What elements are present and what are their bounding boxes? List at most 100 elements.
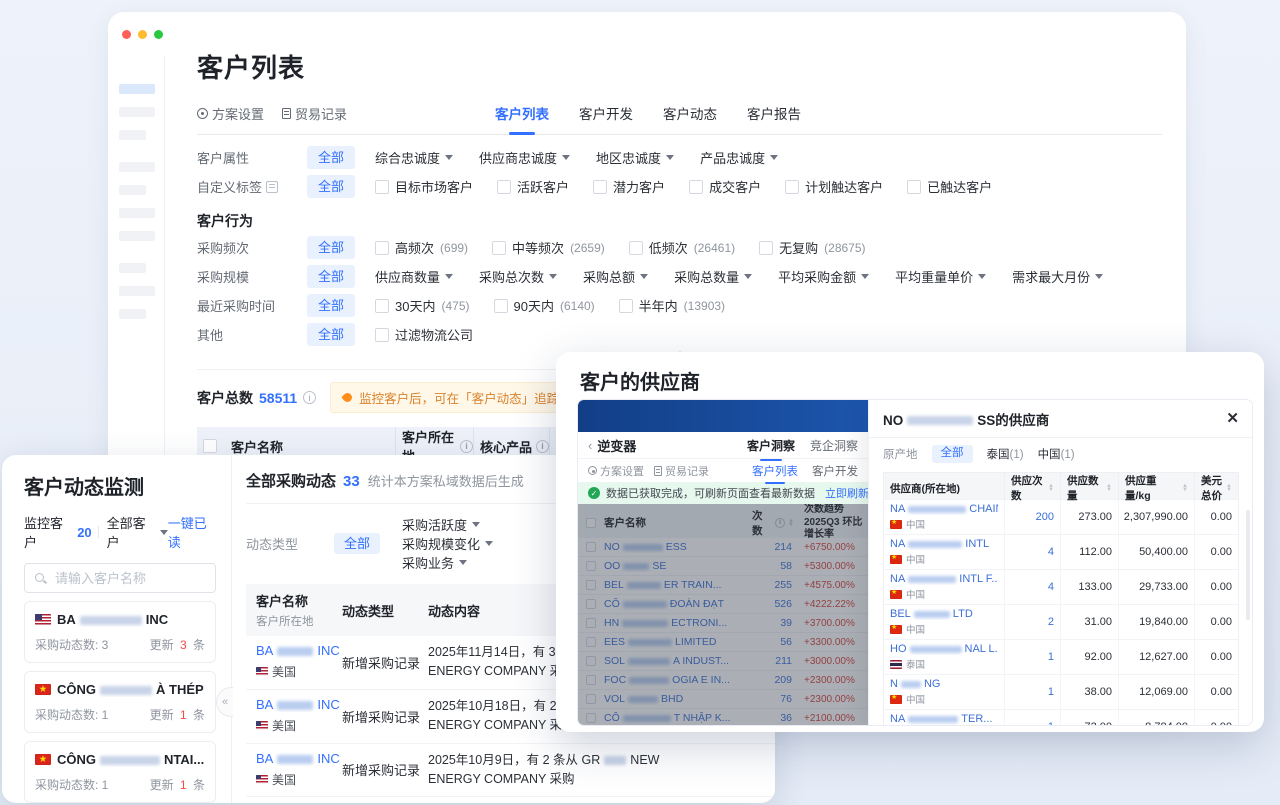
tab-客户洞察[interactable]: 客户洞察 bbox=[747, 437, 795, 461]
select-all-checkbox[interactable] bbox=[203, 439, 217, 453]
scrollbar[interactable] bbox=[1246, 510, 1250, 620]
filter-all-chip[interactable]: 全部 bbox=[307, 294, 356, 317]
filter-section-title: 客户行为 bbox=[197, 213, 253, 229]
checkbox-icon bbox=[492, 240, 507, 255]
scheme-settings-button[interactable]: 方案设置 bbox=[197, 104, 264, 123]
tab-客户开发[interactable]: 客户开发 bbox=[812, 463, 858, 479]
feed-type-dropdown-采购业务[interactable]: 采购业务 bbox=[402, 553, 493, 572]
filter-dropdown-采购总额[interactable]: 采购总额 bbox=[583, 267, 649, 286]
supply-times-link[interactable]: 4 bbox=[1004, 535, 1060, 569]
filter-dropdown-需求最大月份[interactable]: 需求最大月份 bbox=[1012, 267, 1104, 286]
customer-card-meta: 采购动态数: 1 更新 1 条 bbox=[35, 776, 205, 793]
origin-filter-泰国[interactable]: 泰国(1) bbox=[987, 446, 1024, 462]
filter-checkbox-目标市场客户[interactable]: 目标市场客户 bbox=[375, 177, 473, 196]
column-header-供应重量/kg[interactable]: 供应重量/kg ▲ ▼ bbox=[1118, 473, 1194, 503]
sidebar-skeleton-bar bbox=[119, 286, 155, 296]
scope-dropdown[interactable]: 全部客户 bbox=[107, 513, 155, 551]
filter-dropdown-产品忠诚度[interactable]: 产品忠诚度 bbox=[700, 148, 779, 167]
filter-all-chip[interactable]: 全部 bbox=[307, 175, 356, 198]
supplier-name-link[interactable]: NA INTL bbox=[890, 538, 998, 550]
filter-dropdown-采购总数量[interactable]: 采购总数量 bbox=[674, 267, 753, 286]
feed-type-dropdown-采购活跃度[interactable]: 采购活跃度 bbox=[402, 515, 493, 534]
supply-times-link[interactable]: 1 bbox=[1004, 675, 1060, 709]
filter-dropdown-平均重量单价[interactable]: 平均重量单价 bbox=[895, 267, 987, 286]
supply-qty: 273.00 bbox=[1060, 500, 1118, 534]
monitored-customer-card[interactable]: BA INC 采购动态数: 3 更新 3 条 bbox=[24, 601, 216, 663]
filter-dropdown-供应商数量[interactable]: 供应商数量 bbox=[375, 267, 454, 286]
filter-checkbox-无复购[interactable]: 无复购 (28675) bbox=[759, 238, 866, 257]
customer-name-link[interactable]: BA INC bbox=[256, 697, 342, 712]
filter-dropdown-平均采购金额[interactable]: 平均采购金额 bbox=[778, 267, 870, 286]
origin-filter-全部[interactable]: 全部 bbox=[931, 445, 973, 463]
filter-checkbox-半年内[interactable]: 半年内 (13903) bbox=[618, 296, 726, 315]
close-icon[interactable]: ✕ bbox=[1226, 411, 1239, 426]
checkbox-label: 成交客户 bbox=[709, 180, 762, 195]
filter-checkbox-90天内[interactable]: 90天内 (6140) bbox=[493, 296, 595, 315]
refresh-now-link[interactable]: 立即刷新 bbox=[825, 485, 869, 501]
filter-dropdown-综合忠诚度[interactable]: 综合忠诚度 bbox=[375, 148, 454, 167]
tab-客户报告[interactable]: 客户报告 bbox=[747, 103, 801, 123]
supplier-name-link[interactable]: NA CHAIN bbox=[890, 503, 998, 515]
info-icon[interactable] bbox=[303, 391, 317, 404]
sort-icon[interactable]: ▲ ▼ bbox=[1226, 483, 1232, 493]
type-filter-all-chip[interactable]: 全部 bbox=[334, 533, 381, 554]
sort-icon[interactable]: ▲ ▼ bbox=[1182, 483, 1188, 493]
supplier-name-link[interactable]: BEL LTD bbox=[890, 608, 998, 620]
tab-客户列表[interactable]: 客户列表 bbox=[495, 103, 549, 135]
column-header-供应次数[interactable]: 供应次数 ▲ ▼ bbox=[1004, 473, 1060, 503]
sort-icon[interactable]: ▲ ▼ bbox=[1106, 483, 1112, 493]
filter-dropdown-地区忠诚度[interactable]: 地区忠诚度 bbox=[596, 148, 675, 167]
monitored-customer-card[interactable]: CÔNG NTAI... 采购动态数: 1 更新 1 条 bbox=[24, 741, 216, 803]
filter-all-chip[interactable]: 全部 bbox=[307, 236, 356, 259]
filter-all-chip[interactable]: 全部 bbox=[307, 146, 356, 169]
filter-checkbox-高频次[interactable]: 高频次 (699) bbox=[375, 238, 468, 257]
minimize-traffic-icon[interactable] bbox=[138, 30, 147, 39]
mini-scheme-settings-button[interactable]: 方案设置 bbox=[588, 463, 644, 479]
filter-checkbox-潜力客户[interactable]: 潜力客户 bbox=[593, 177, 665, 196]
supply-times-link[interactable]: 1 bbox=[1004, 710, 1060, 725]
column-header-美元总价[interactable]: 美元总价 ▲ ▼ bbox=[1194, 473, 1238, 503]
customer-name-link[interactable]: BA INC bbox=[256, 643, 342, 658]
supplier-name-link[interactable]: HO NAL L... bbox=[890, 643, 998, 655]
zoom-traffic-icon[interactable] bbox=[154, 30, 163, 39]
option-count: (13903) bbox=[683, 298, 726, 313]
supply-times-link[interactable]: 1 bbox=[1004, 640, 1060, 674]
filter-checkbox-成交客户[interactable]: 成交客户 bbox=[689, 177, 761, 196]
filter-all-chip[interactable]: 全部 bbox=[307, 323, 356, 346]
sort-icon[interactable]: ▲ ▼ bbox=[1048, 483, 1054, 493]
tab-客户动态[interactable]: 客户动态 bbox=[663, 103, 717, 123]
activity-row: CÔNGPHÂ...越南新增采购记录2025年10月28日，有 10 条从 SL… bbox=[246, 797, 775, 803]
column-header-供应数量[interactable]: 供应数量 ▲ ▼ bbox=[1060, 473, 1118, 503]
filter-all-chip[interactable]: 全部 bbox=[307, 265, 356, 288]
supply-times-link[interactable]: 4 bbox=[1004, 570, 1060, 604]
back-icon[interactable]: ‹ bbox=[588, 438, 592, 453]
close-traffic-icon[interactable] bbox=[122, 30, 131, 39]
filter-checkbox-低频次[interactable]: 低频次 (26461) bbox=[628, 238, 735, 257]
filter-dropdown-采购总次数[interactable]: 采购总次数 bbox=[479, 267, 558, 286]
feed-type-dropdown-采购规模变化[interactable]: 采购规模变化 bbox=[402, 534, 494, 553]
customer-name-link[interactable]: BA INC bbox=[256, 751, 342, 766]
tab-客户列表[interactable]: 客户列表 bbox=[752, 463, 798, 484]
tab-客户开发[interactable]: 客户开发 bbox=[579, 103, 633, 123]
mini-trade-records-button[interactable]: 贸易记录 bbox=[654, 463, 709, 479]
filter-checkbox-活跃客户[interactable]: 活跃客户 bbox=[497, 177, 569, 196]
tab-竞企洞察[interactable]: 竞企洞察 bbox=[810, 437, 858, 454]
monitored-customer-card[interactable]: CÔNG À THÉP ... 采购动态数: 1 更新 1 条 bbox=[24, 671, 216, 733]
supplier-name-link[interactable]: N NG bbox=[890, 678, 998, 690]
edit-tags-icon[interactable] bbox=[266, 180, 279, 193]
filter-checkbox-已触达客户[interactable]: 已触达客户 bbox=[907, 177, 992, 196]
filter-dropdown-供应商忠诚度[interactable]: 供应商忠诚度 bbox=[479, 148, 571, 167]
supplier-name-link[interactable]: NA INTL F... bbox=[890, 573, 998, 585]
mark-all-read-button[interactable]: 一键已读 bbox=[168, 513, 216, 551]
supply-times-link[interactable]: 2 bbox=[1004, 605, 1060, 639]
filter-checkbox-30天内[interactable]: 30天内 (475) bbox=[375, 296, 470, 315]
supply-times-link[interactable]: 200 bbox=[1004, 500, 1060, 534]
filter-checkbox-计划触达客户[interactable]: 计划触达客户 bbox=[785, 177, 883, 196]
checkbox-label: 无复购 bbox=[779, 241, 819, 256]
origin-filter-中国[interactable]: 中国(1) bbox=[1038, 446, 1075, 462]
filter-checkbox-过滤物流公司[interactable]: 过滤物流公司 bbox=[375, 325, 473, 344]
trade-records-button[interactable]: 贸易记录 bbox=[282, 104, 347, 123]
supplier-name-link[interactable]: NA TER... bbox=[890, 713, 998, 725]
filter-checkbox-中等频次[interactable]: 中等频次 (2659) bbox=[492, 238, 605, 257]
search-input[interactable] bbox=[53, 569, 233, 587]
